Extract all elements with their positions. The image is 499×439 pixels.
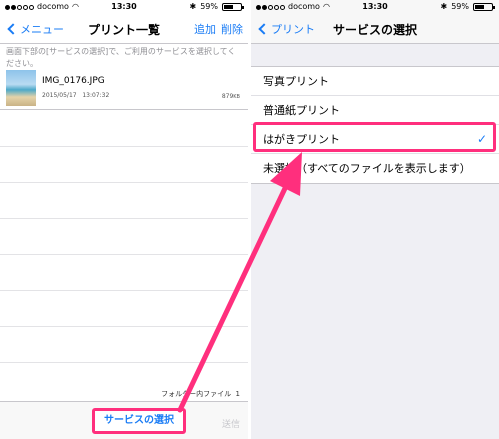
file-timestamp: 2015/05/17 13:07:32 <box>42 92 109 99</box>
battery-icon <box>473 3 495 11</box>
file-size-unit: KB <box>233 94 240 100</box>
select-service-button[interactable]: サービスの選択 <box>92 408 186 434</box>
navigation-bar: プリント サービスの選択 <box>251 14 499 44</box>
file-size: 879KB <box>222 93 240 100</box>
bluetooth-icon: ✱ <box>189 2 197 11</box>
file-name: IMG_0176.JPG <box>42 76 105 86</box>
send-button[interactable]: 送信 <box>222 417 240 430</box>
option-label: 写真プリント <box>263 75 329 88</box>
option-label: 普通紙プリント <box>263 104 340 117</box>
file-row[interactable]: IMG_0176.JPG 2015/05/17 13:07:32 879KB <box>0 68 248 110</box>
print-list-screen: docomo ◠ 13:30 ✱ 59% メニュー プリント一覧 追加 削除 画… <box>0 0 248 439</box>
divider <box>0 362 248 363</box>
option-label: 未選択（すべてのファイルを表示します） <box>263 162 471 175</box>
bluetooth-icon: ✱ <box>440 2 448 11</box>
divider <box>0 254 248 255</box>
divider <box>0 326 248 327</box>
status-bar: docomo ◠ 13:30 ✱ 59% <box>251 0 499 14</box>
instruction-text: 画面下部の[サービスの選択]で、ご利用のサービスを選択してください。 <box>6 47 236 68</box>
bottom-toolbar: サービスの選択 送信 <box>0 401 248 439</box>
folder-file-count-label: フォルダー内ファイル <box>161 390 232 398</box>
option-plain-paper-print[interactable]: 普通紙プリント <box>251 96 499 125</box>
divider <box>0 146 248 147</box>
folder-file-count-value: 1 <box>235 390 240 398</box>
option-photo-print[interactable]: 写真プリント <box>251 67 499 96</box>
divider <box>0 290 248 291</box>
delete-button[interactable]: 削除 <box>221 21 243 37</box>
service-select-screen: docomo ◠ 13:30 ✱ 59% プリント サービスの選択 写真プリント… <box>251 0 499 439</box>
file-date: 2015/05/17 <box>42 92 77 99</box>
file-thumbnail <box>6 70 36 106</box>
battery-percent: 59% <box>451 2 469 11</box>
add-button[interactable]: 追加 <box>194 21 216 37</box>
battery-percent: 59% <box>200 2 218 11</box>
battery-icon <box>222 3 244 11</box>
navigation-bar: メニュー プリント一覧 追加 削除 <box>0 14 248 44</box>
divider <box>0 182 248 183</box>
page-title: サービスの選択 <box>332 23 417 37</box>
divider <box>0 218 248 219</box>
folder-file-count: フォルダー内ファイル 1 <box>161 389 240 399</box>
status-bar: docomo ◠ 13:30 ✱ 59% <box>0 0 248 14</box>
file-time: 13:07:32 <box>82 92 110 99</box>
file-size-value: 879 <box>221 93 234 100</box>
option-unselected[interactable]: 未選択（すべてのファイルを表示します） <box>251 154 499 183</box>
selection-highlight-box <box>253 122 496 152</box>
